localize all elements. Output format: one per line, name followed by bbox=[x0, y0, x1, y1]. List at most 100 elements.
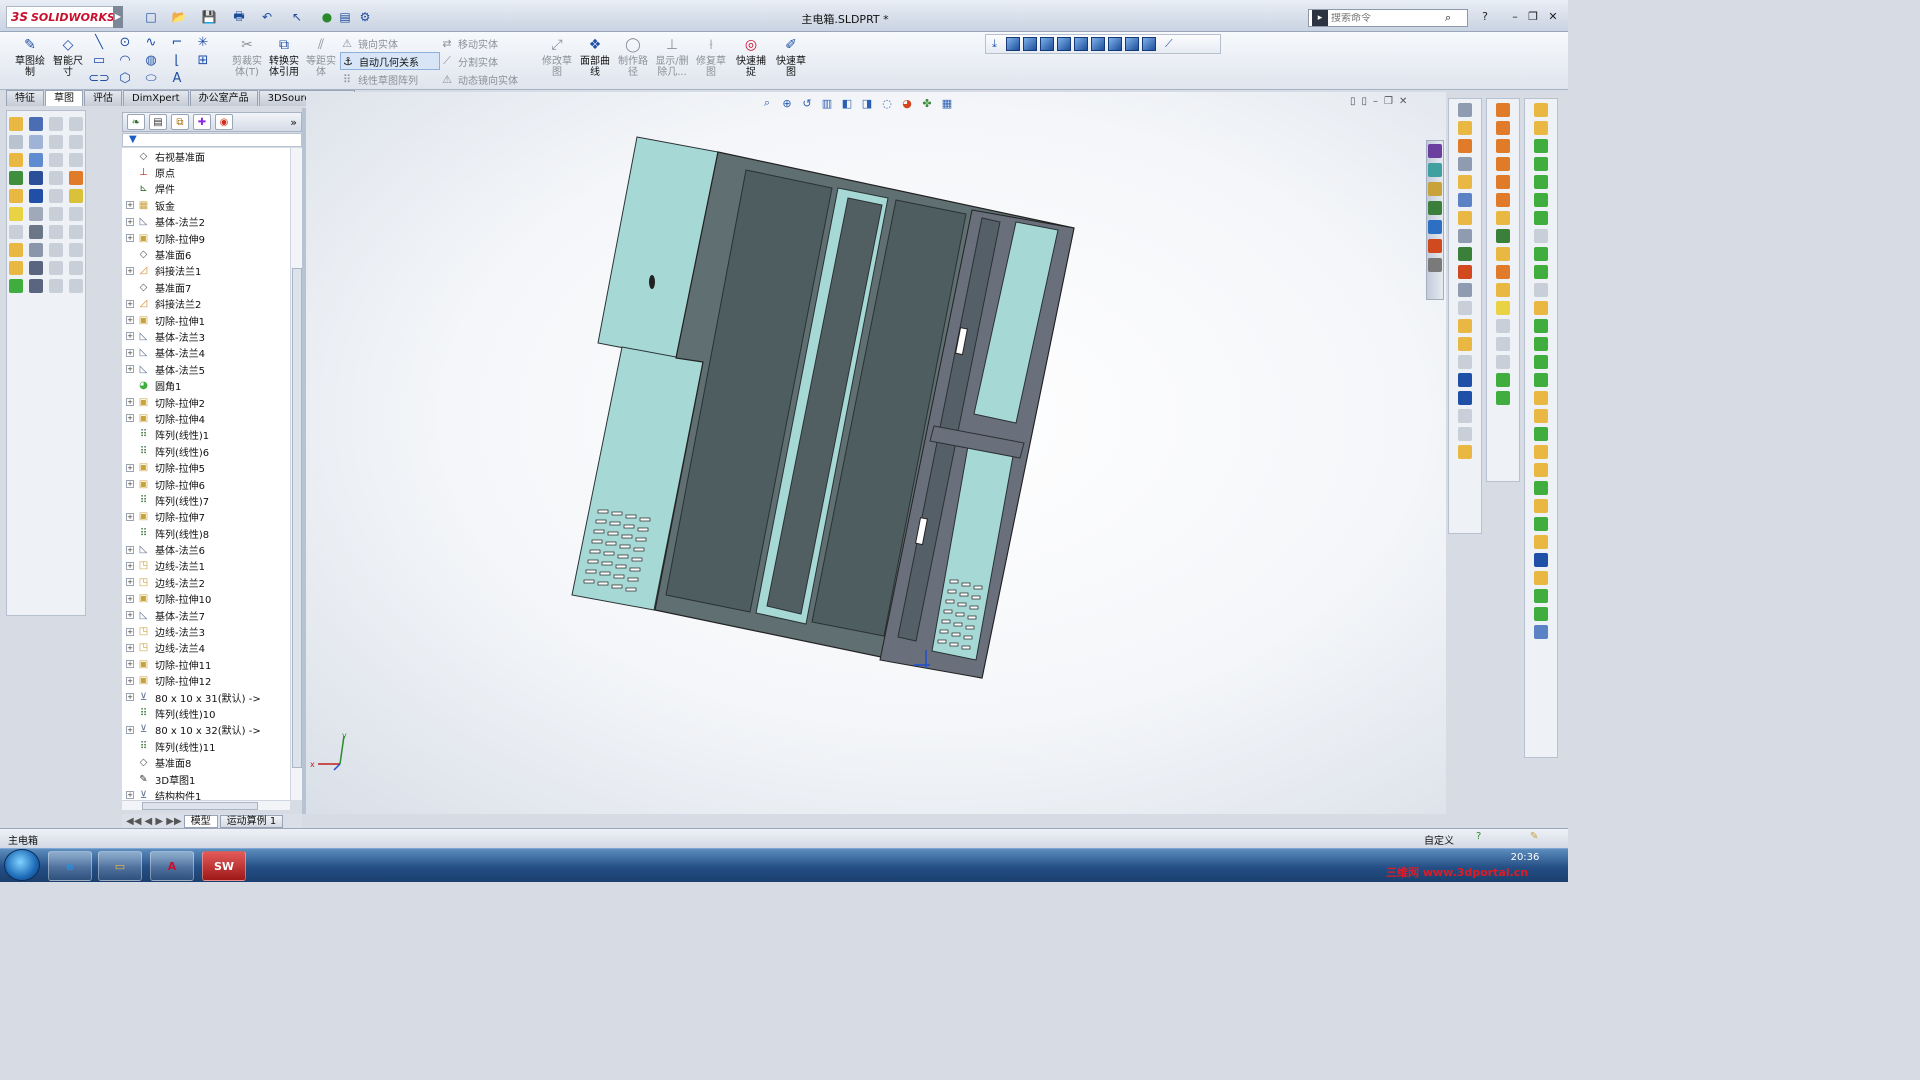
viewport-close-icon[interactable]: ✕ bbox=[1399, 96, 1407, 107]
tree-item[interactable]: + ▣ 切除-拉伸4 bbox=[122, 410, 290, 426]
tree-item[interactable]: + ⊻ 结构构件1 bbox=[122, 787, 290, 800]
internet-explorer-icon[interactable]: e bbox=[48, 851, 92, 881]
units-selector[interactable]: 自定义 bbox=[1424, 832, 1454, 847]
custom-properties-icon[interactable] bbox=[1428, 258, 1442, 272]
rectangle-icon[interactable]: ▭ bbox=[90, 52, 108, 68]
tree-item[interactable]: ◇ 基准面8 bbox=[122, 754, 290, 770]
tool-icon[interactable] bbox=[49, 225, 63, 239]
configuration-manager-icon[interactable]: ⧉ bbox=[171, 114, 189, 130]
tree-item[interactable]: + ⊻ 80 x 10 x 32(默认) -> bbox=[122, 722, 290, 738]
polygon-icon[interactable]: ⬡ bbox=[116, 70, 134, 86]
expand-toggle-icon[interactable]: + bbox=[126, 348, 134, 357]
line-icon[interactable]: ╲ bbox=[90, 34, 108, 50]
file-explorer-icon[interactable] bbox=[1428, 182, 1442, 196]
make-path-button[interactable]: ◯ 制作路径 bbox=[616, 36, 650, 86]
expand-toggle-icon[interactable]: + bbox=[126, 201, 134, 210]
tree-item[interactable]: + ▣ 切除-拉伸7 bbox=[122, 509, 290, 525]
tool-icon[interactable] bbox=[69, 261, 83, 275]
toolbar-icon[interactable] bbox=[1534, 319, 1548, 333]
face-curves-button[interactable]: ❖ 面部曲线 bbox=[578, 36, 612, 86]
toolbar-icon[interactable] bbox=[1496, 391, 1510, 405]
circle-icon[interactable]: ⊙ bbox=[116, 34, 134, 50]
zoom-to-fit-icon[interactable]: ⌕ bbox=[760, 96, 774, 110]
tool-icon[interactable] bbox=[69, 279, 83, 293]
bottom-view-icon[interactable] bbox=[1090, 37, 1105, 51]
zoom-to-area-icon[interactable]: ⊕ bbox=[780, 96, 794, 110]
modify-sketch-button[interactable]: ⤢ 修改草图 bbox=[540, 36, 574, 86]
tree-item[interactable]: ⊾ 焊件 bbox=[122, 181, 290, 197]
tree-item[interactable]: + ▣ 切除-拉伸9 bbox=[122, 230, 290, 246]
toolbar-icon[interactable] bbox=[1534, 157, 1548, 171]
tree-item[interactable]: ⠿ 阵列(线性)6 bbox=[122, 443, 290, 459]
toolbar-icon[interactable] bbox=[1534, 625, 1548, 639]
tree-item[interactable]: + ◺ 基体-法兰7 bbox=[122, 607, 290, 623]
help-icon[interactable]: ? bbox=[1476, 10, 1494, 24]
tree-item[interactable]: ⠿ 阵列(线性)11 bbox=[122, 738, 290, 754]
dynamic-mirror-button[interactable]: ⚠ 动态镜向实体 bbox=[440, 70, 530, 88]
dimxpert-manager-icon[interactable]: ✚ bbox=[193, 114, 211, 130]
section-view-icon[interactable]: ▥ bbox=[820, 96, 834, 110]
construction-icon[interactable]: ◍ bbox=[142, 52, 160, 68]
expand-toggle-icon[interactable]: + bbox=[126, 791, 134, 800]
save-icon[interactable]: 💾 bbox=[200, 8, 218, 26]
search-box[interactable]: ▸ ⌕ bbox=[1308, 9, 1468, 27]
sketch-button[interactable]: ✎ 草图绘制 bbox=[12, 36, 48, 86]
tool-icon[interactable] bbox=[9, 261, 23, 275]
front-view-icon[interactable] bbox=[1005, 37, 1020, 51]
expand-toggle-icon[interactable]: + bbox=[126, 365, 134, 374]
view-settings-icon[interactable]: ▦ bbox=[940, 96, 954, 110]
options-icon[interactable]: ⚙ bbox=[356, 8, 374, 26]
tool-icon[interactable] bbox=[49, 279, 63, 293]
tree-item[interactable]: ◇ 右视基准面 bbox=[122, 148, 290, 164]
solidworks-taskbar-icon[interactable]: SW bbox=[202, 851, 246, 881]
tool-icon[interactable] bbox=[49, 171, 63, 185]
toolbar-icon[interactable] bbox=[1458, 247, 1472, 261]
display-relations-button[interactable]: ⊥ 显示/删除几... bbox=[654, 36, 690, 86]
toolbar-icon[interactable] bbox=[1496, 211, 1510, 225]
toolbar-icon[interactable] bbox=[1534, 463, 1548, 477]
expand-toggle-icon[interactable]: + bbox=[126, 299, 134, 308]
viewport-minimize-icon[interactable]: – bbox=[1373, 96, 1378, 107]
tool-icon[interactable] bbox=[49, 207, 63, 221]
tool-icon[interactable] bbox=[29, 261, 43, 275]
toolbar-icon[interactable] bbox=[1458, 319, 1472, 333]
tile-horizontal-icon[interactable]: ▯ bbox=[1350, 96, 1356, 107]
tab-evaluate[interactable]: 评估 bbox=[84, 90, 122, 106]
move-entities-button[interactable]: ⇄ 移动实体 bbox=[440, 34, 530, 52]
edit-appearance-icon[interactable]: ◕ bbox=[900, 96, 914, 110]
tab-sketch[interactable]: 草图 bbox=[45, 90, 83, 106]
tree-item[interactable]: + ▣ 切除-拉伸2 bbox=[122, 394, 290, 410]
search-input[interactable] bbox=[1331, 12, 1441, 24]
expand-toggle-icon[interactable]: + bbox=[126, 480, 134, 488]
toolbar-icon[interactable] bbox=[1534, 103, 1548, 117]
text-icon[interactable]: A bbox=[168, 70, 186, 86]
toolbar-icon[interactable] bbox=[1534, 499, 1548, 513]
toolbar-icon[interactable] bbox=[1458, 103, 1472, 117]
hide-show-items-icon[interactable]: ◌ bbox=[880, 96, 894, 110]
ellipse-icon[interactable]: ⬭ bbox=[142, 70, 160, 86]
expand-toggle-icon[interactable]: + bbox=[126, 561, 134, 570]
right-view-icon[interactable] bbox=[1056, 37, 1071, 51]
toolbar-icon[interactable] bbox=[1534, 391, 1548, 405]
expand-toggle-icon[interactable]: + bbox=[126, 545, 134, 554]
toolbar-icon[interactable] bbox=[1496, 229, 1510, 243]
expand-toggle-icon[interactable]: + bbox=[126, 266, 134, 275]
toolbar-icon[interactable] bbox=[1534, 481, 1548, 495]
toolbar-icon[interactable] bbox=[1534, 427, 1548, 441]
tool-icon[interactable] bbox=[69, 243, 83, 257]
isometric-view-icon[interactable] bbox=[1107, 37, 1122, 51]
toolbar-icon[interactable] bbox=[1458, 355, 1472, 369]
toolbar-icon[interactable] bbox=[1534, 553, 1548, 567]
tool-icon[interactable] bbox=[9, 189, 23, 203]
quick-snaps-button[interactable]: ◎ 快速捕捉 bbox=[734, 36, 768, 86]
toolbar-icon[interactable] bbox=[1458, 193, 1472, 207]
auto-relations-button[interactable]: ⚓ 自动几何关系 bbox=[340, 52, 440, 70]
tool-icon[interactable] bbox=[69, 171, 83, 185]
tool-icon[interactable] bbox=[9, 207, 23, 221]
tool-icon[interactable] bbox=[49, 243, 63, 257]
display-style-icon[interactable]: ◨ bbox=[860, 96, 874, 110]
tool-icon[interactable] bbox=[49, 153, 63, 167]
expand-toggle-icon[interactable]: + bbox=[126, 463, 134, 472]
tree-item[interactable]: + ▦ 钣金 bbox=[122, 197, 290, 213]
tool-icon[interactable] bbox=[29, 135, 43, 149]
